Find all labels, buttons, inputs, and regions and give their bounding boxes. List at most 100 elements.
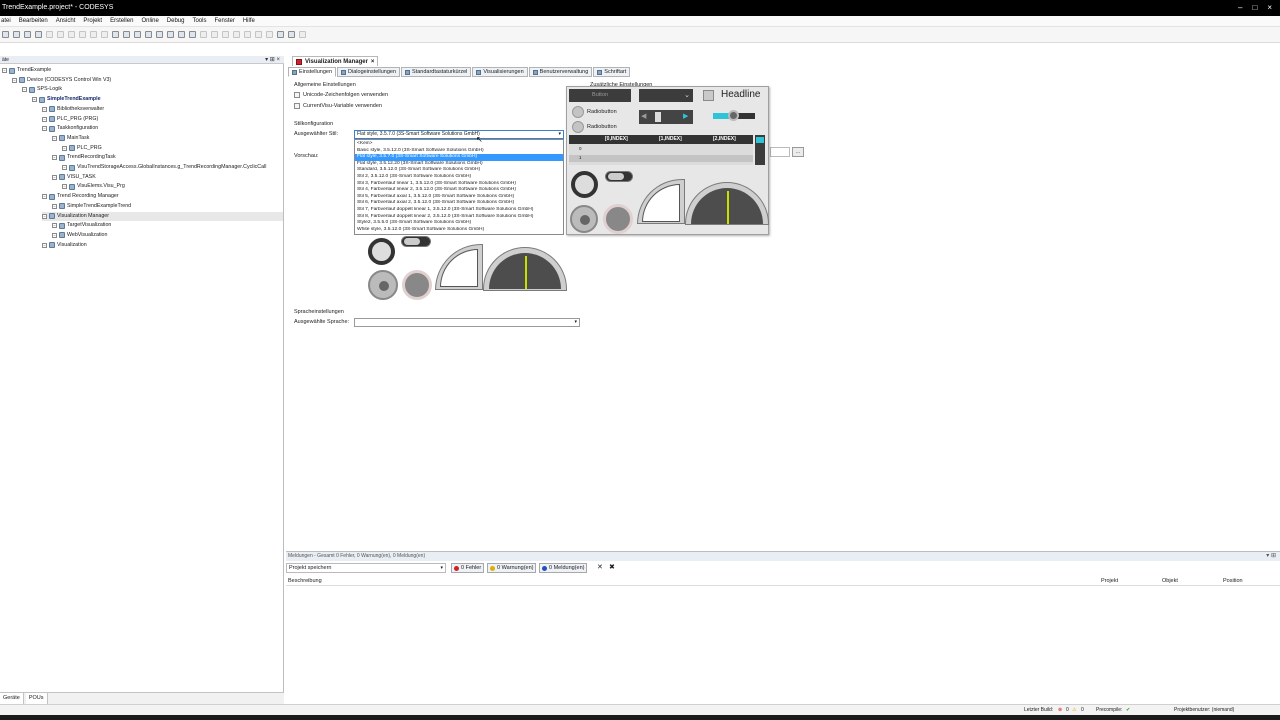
close-tab-icon[interactable]: × xyxy=(371,59,375,65)
browse-button[interactable]: ... xyxy=(792,147,804,157)
column-description[interactable]: Beschreibung xyxy=(288,577,322,586)
clear-all-icon[interactable]: ✖ xyxy=(609,563,615,571)
style-option[interactable]: Basic style, 3.5.12.0 (3S-Smart Software… xyxy=(355,148,563,155)
replace-icon[interactable] xyxy=(134,31,141,38)
collapse-icon[interactable]: − xyxy=(52,155,57,161)
bookmark-icon[interactable] xyxy=(145,31,152,38)
column-position[interactable]: Position xyxy=(1223,577,1243,586)
find-next-icon[interactable] xyxy=(123,31,130,38)
errors-filter-button[interactable]: 0 Fehler xyxy=(451,563,485,573)
redo-icon[interactable] xyxy=(57,31,64,38)
tab-visualisierungen[interactable]: Visualisierungen xyxy=(472,67,528,77)
collapse-icon[interactable]: − xyxy=(12,77,17,83)
style-option[interactable]: Standard, 3.5.12.0 (3S-Smart Software So… xyxy=(355,167,563,174)
tree-item[interactable]: − SPS-Logik xyxy=(22,85,62,94)
collapse-icon[interactable]: − xyxy=(52,223,57,229)
tab-pous[interactable]: POUs xyxy=(25,693,48,704)
collapse-icon[interactable]: − xyxy=(62,165,67,170)
tab-schriftart[interactable]: Schriftart xyxy=(593,67,631,77)
tree-item[interactable]: − SimpleTrendExampleTrend xyxy=(52,202,131,211)
new-file-icon[interactable] xyxy=(2,31,9,38)
tree-item[interactable]: − VisuTrendStorageAccess.GlobalInstances.… xyxy=(62,163,266,172)
collapse-icon[interactable]: − xyxy=(2,68,7,73)
stop-icon[interactable] xyxy=(222,31,229,38)
chevron-down-icon[interactable]: ▾ xyxy=(558,131,561,138)
style-option[interactable]: White style, 3.5.12.0 (3S-Smart Software… xyxy=(355,227,563,234)
delete-icon[interactable] xyxy=(101,31,108,38)
currentvisu-checkbox-row[interactable]: CurrentVisu-Variable verwenden xyxy=(294,103,382,109)
reset-icon[interactable] xyxy=(233,31,240,38)
collapse-icon[interactable]: − xyxy=(52,203,57,209)
tab-standardtastaturkuerzel[interactable]: Standardtastaturkürzel xyxy=(401,67,472,77)
build-icon[interactable] xyxy=(167,31,174,38)
style-option[interactable]: Stil 6, Farbverlauf axial 2, 3.5.12.0 (3… xyxy=(355,200,563,207)
menu-bearbeiten[interactable]: Bearbeiten xyxy=(18,18,49,24)
chevron-down-icon[interactable]: ▾ xyxy=(574,319,577,325)
tree-item[interactable]: − Visualization xyxy=(42,241,87,250)
style-option[interactable]: Flat style, 3.5.7.0 (3S-Smart Software S… xyxy=(355,154,563,161)
menu-fenster[interactable]: Fenster xyxy=(213,18,235,24)
unicode-checkbox[interactable] xyxy=(294,92,300,98)
chevron-down-icon[interactable]: ▾ xyxy=(440,564,443,572)
menu-datei[interactable]: atei xyxy=(0,18,12,24)
open-folder-icon[interactable] xyxy=(13,31,20,38)
style-option[interactable]: Stil 2, 3.5.12.0 (3S-Smart Software Solu… xyxy=(355,174,563,181)
collapse-icon[interactable]: − xyxy=(42,242,47,248)
style-option[interactable]: Stil 8, Farbverlauf doppelt linear 2, 3.… xyxy=(355,214,563,221)
rebuild-icon[interactable] xyxy=(178,31,185,38)
clear-icon[interactable]: ✕ xyxy=(597,563,603,571)
step-over-icon[interactable] xyxy=(244,31,251,38)
preview-path-field[interactable] xyxy=(770,147,790,157)
tree-item[interactable]: − TargetVisualization xyxy=(52,221,111,230)
collapse-icon[interactable]: − xyxy=(42,106,47,112)
infos-filter-button[interactable]: 0 Meldung(en) xyxy=(539,563,588,573)
find-icon[interactable] xyxy=(112,31,119,38)
run-icon[interactable] xyxy=(211,31,218,38)
select-all-icon[interactable] xyxy=(156,31,163,38)
collapse-icon[interactable]: − xyxy=(22,87,27,93)
column-project[interactable]: Projekt xyxy=(1101,577,1118,586)
tree-item[interactable]: − Bibliotheksverwalter xyxy=(42,105,104,114)
undo-icon[interactable] xyxy=(46,31,53,38)
style-option[interactable]: Stil 3, Farbverlauf linear 1, 3.5.12.0 (… xyxy=(355,181,563,188)
breakpoint-icon[interactable] xyxy=(277,31,284,38)
menu-debug[interactable]: Debug xyxy=(166,18,186,24)
save-icon[interactable] xyxy=(24,31,31,38)
style-select[interactable]: Flat style, 3.5.7.0 (3S-Smart Software S… xyxy=(354,130,564,139)
step-out-icon[interactable] xyxy=(266,31,273,38)
tree-item[interactable]: − Visualization Manager xyxy=(42,211,283,221)
warnings-filter-button[interactable]: 0 Warnung(en) xyxy=(487,563,537,573)
print-icon[interactable] xyxy=(35,31,42,38)
step-into-icon[interactable] xyxy=(255,31,262,38)
tree-item[interactable]: − PLC_PRG (PRG) xyxy=(42,115,98,124)
collapse-icon[interactable]: − xyxy=(52,232,57,238)
collapse-icon[interactable]: − xyxy=(42,126,47,132)
cut-icon[interactable] xyxy=(68,31,75,38)
paste-icon[interactable] xyxy=(90,31,97,38)
tab-dialogeinstellungen[interactable]: Dialogeinstellungen xyxy=(337,67,401,77)
pin-icon[interactable]: ▾ ⊞ × xyxy=(265,56,280,64)
language-select[interactable]: ▾ xyxy=(354,318,580,327)
tree-item[interactable]: − MainTask xyxy=(52,134,89,143)
login-icon[interactable] xyxy=(189,31,196,38)
tree-item[interactable]: − Taskkonfiguration xyxy=(42,124,98,133)
menu-hilfe[interactable]: Hilfe xyxy=(242,18,256,24)
force-values-icon[interactable] xyxy=(299,31,306,38)
maximize-button[interactable]: □ xyxy=(1252,3,1257,13)
style-option[interactable]: Stil 5, Farbverlauf axial 1, 3.5.12.0 (3… xyxy=(355,194,563,201)
tree-item[interactable]: − Device (CODESYS Control Win V3) xyxy=(12,76,111,85)
menu-erstellen[interactable]: Erstellen xyxy=(109,18,134,24)
collapse-icon[interactable]: − xyxy=(62,145,67,151)
tree-item[interactable]: − TrendExample xyxy=(2,66,51,75)
tree-item[interactable]: − VisuElems.Visu_Prg xyxy=(62,182,125,191)
tab-einstellungen[interactable]: Einstellungen xyxy=(288,67,337,77)
tree-item[interactable]: − SimpleTrendExample xyxy=(32,95,101,104)
minimize-button[interactable]: – xyxy=(1238,3,1242,13)
tree-item[interactable]: − WebVisualization xyxy=(52,231,107,240)
collapse-icon[interactable]: − xyxy=(62,184,67,190)
collapse-icon[interactable]: − xyxy=(32,97,37,103)
tab-benutzerverwaltung[interactable]: Benutzerverwaltung xyxy=(528,67,593,77)
style-option[interactable]: Stil 7, Farbverlauf doppelt linear 1, 3.… xyxy=(355,207,563,214)
unicode-checkbox-row[interactable]: Unicode-Zeichenfolgen verwenden xyxy=(294,92,388,98)
tree-item[interactable]: − Trend Recording Manager xyxy=(42,192,119,201)
